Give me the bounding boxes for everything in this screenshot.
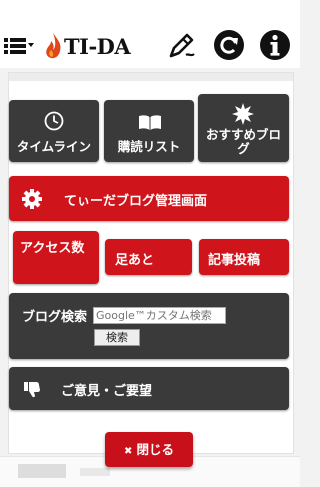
post-article-label: 記事投稿 — [208, 253, 261, 268]
background-placeholder — [18, 464, 66, 478]
refresh-icon[interactable] — [213, 29, 245, 61]
post-article-button[interactable]: 記事投稿 — [199, 239, 289, 275]
blog-search-label: ブログ検索 — [22, 310, 88, 325]
info-icon[interactable] — [259, 29, 291, 61]
access-count-button[interactable]: アクセス数 — [13, 231, 99, 284]
list-menu-icon[interactable] — [4, 36, 34, 56]
logo-text: TI-DA — [64, 34, 131, 59]
book-icon — [139, 115, 161, 130]
footprints-label: 足あと — [115, 253, 155, 268]
starburst-icon — [232, 103, 254, 125]
recommended-blog-label: おすすめブログ — [205, 127, 281, 156]
close-label: 閉じる — [136, 442, 174, 457]
clock-icon — [44, 111, 64, 131]
flame-logo-icon — [46, 33, 61, 59]
app-header: TI-DA — [0, 0, 300, 68]
close-button[interactable]: ✖ 閉じる — [105, 432, 193, 467]
reading-list-button[interactable]: 購読リスト — [104, 100, 194, 162]
background-placeholder — [80, 468, 110, 476]
timeline-button[interactable]: タイムライン — [9, 100, 99, 162]
blog-search-panel: ブログ検索 — [9, 293, 289, 359]
thumbs-down-icon — [24, 382, 40, 398]
search-input[interactable] — [93, 307, 226, 324]
feedback-label: ご意見・ご要望 — [61, 384, 153, 399]
timeline-label: タイムライン — [16, 139, 92, 154]
feedback-button[interactable]: ご意見・ご要望 — [9, 367, 289, 410]
gear-icon — [22, 189, 42, 209]
admin-panel-button[interactable]: てぃーだブログ管理画面 — [9, 176, 289, 221]
access-count-label: アクセス数 — [20, 241, 85, 256]
footprints-button[interactable]: 足あと — [105, 239, 192, 275]
reading-list-label: 購読リスト — [117, 139, 181, 154]
recommended-blog-button[interactable]: おすすめブログ — [198, 94, 289, 162]
search-button[interactable]: 検索 — [94, 329, 140, 346]
background-strip — [9, 73, 293, 81]
close-x-icon: ✖ — [124, 446, 133, 457]
admin-panel-label: てぃーだブログ管理画面 — [64, 194, 208, 209]
pen-edit-icon[interactable] — [166, 29, 198, 61]
